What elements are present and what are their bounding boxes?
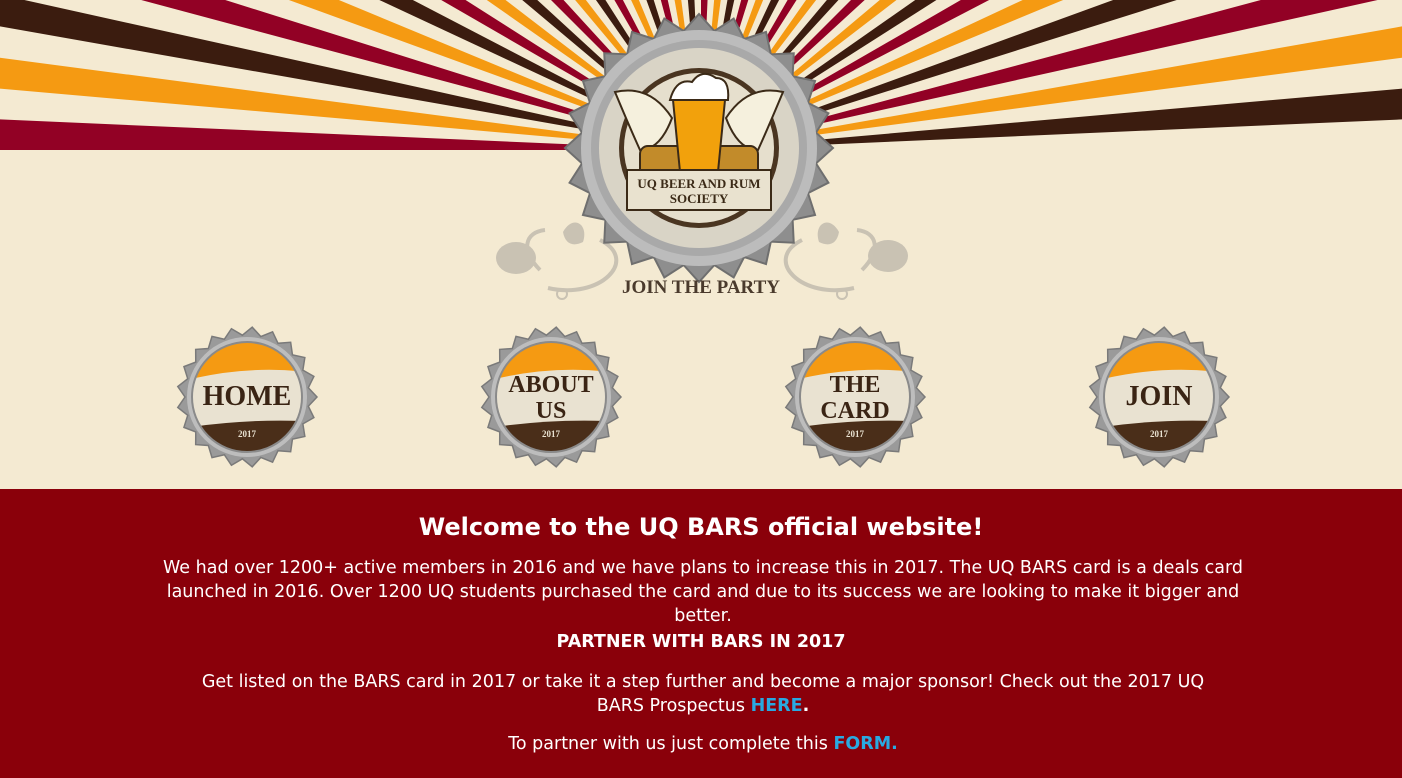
welcome-title: Welcome to the UQ BARS official website! — [418, 513, 984, 541]
main-navigation: HOME 2017 ABOUT US 2017 THE CARD 2017 JOIN 201… — [0, 312, 1402, 489]
site-header: UQ BEER AND RUM SOCIETY JOIN THE PARTY — [0, 0, 1402, 312]
prospectus-here-link[interactable]: HERE — [751, 696, 803, 716]
nav-label-line1: THE — [830, 372, 881, 398]
welcome-section: Welcome to the UQ BARS official website!… — [0, 489, 1402, 778]
nav-label-line2: CARD — [820, 398, 889, 424]
partner-heading: PARTNER WITH BARS IN 2017 — [556, 632, 846, 652]
intro-paragraph: We had over 1200+ active members in 2016… — [163, 558, 1243, 626]
form-paragraph: To partner with us just complete this FO… — [160, 732, 1246, 756]
prospectus-period: . — [802, 696, 810, 716]
logo-title-banner: UQ BEER AND RUM SOCIETY — [626, 169, 772, 211]
nav-home[interactable]: HOME 2017 — [172, 322, 322, 472]
nav-the-card[interactable]: THE CARD 2017 — [780, 322, 930, 472]
nav-label-line1: ABOUT — [508, 372, 593, 398]
hop-vine-left-icon — [496, 222, 619, 300]
card-bottle-cap-icon: THECARD 2017 — [784, 326, 927, 468]
nav-year: 2017 — [846, 429, 865, 439]
logo-title-line1: UQ BEER AND RUM — [637, 176, 760, 191]
beer-glass-icon — [668, 72, 730, 183]
nav-year: 2017 — [542, 429, 561, 439]
prospectus-text: Get listed on the BARS card in 2017 or t… — [201, 672, 1205, 716]
nav-label-line2: US — [536, 398, 567, 424]
slogan-text: JOIN THE PARTY — [622, 277, 780, 298]
uq-bars-logo[interactable]: UQ BEER AND RUM SOCIETY JOIN THE PARTY — [0, 0, 1402, 312]
home-bottle-cap-icon: HOME 2017 — [176, 326, 319, 468]
form-link[interactable]: FORM. — [833, 734, 897, 754]
nav-label-line1: JOIN — [1126, 381, 1193, 412]
form-text: To partner with us just complete this — [508, 734, 834, 754]
join-bottle-cap-icon: JOIN 2017 — [1088, 326, 1231, 468]
nav-year: 2017 — [238, 429, 257, 439]
prospectus-paragraph: Get listed on the BARS card in 2017 or t… — [200, 670, 1206, 718]
logo-title-line2: SOCIETY — [670, 191, 729, 206]
nav-join[interactable]: JOIN 2017 — [1084, 322, 1234, 472]
nav-about-us[interactable]: ABOUT US 2017 — [476, 322, 626, 472]
hop-vine-right-icon — [783, 222, 908, 300]
nav-label-line1: HOME — [203, 381, 292, 412]
nav-year: 2017 — [1150, 429, 1169, 439]
about-bottle-cap-icon: ABOUTUS 2017 — [480, 326, 623, 468]
